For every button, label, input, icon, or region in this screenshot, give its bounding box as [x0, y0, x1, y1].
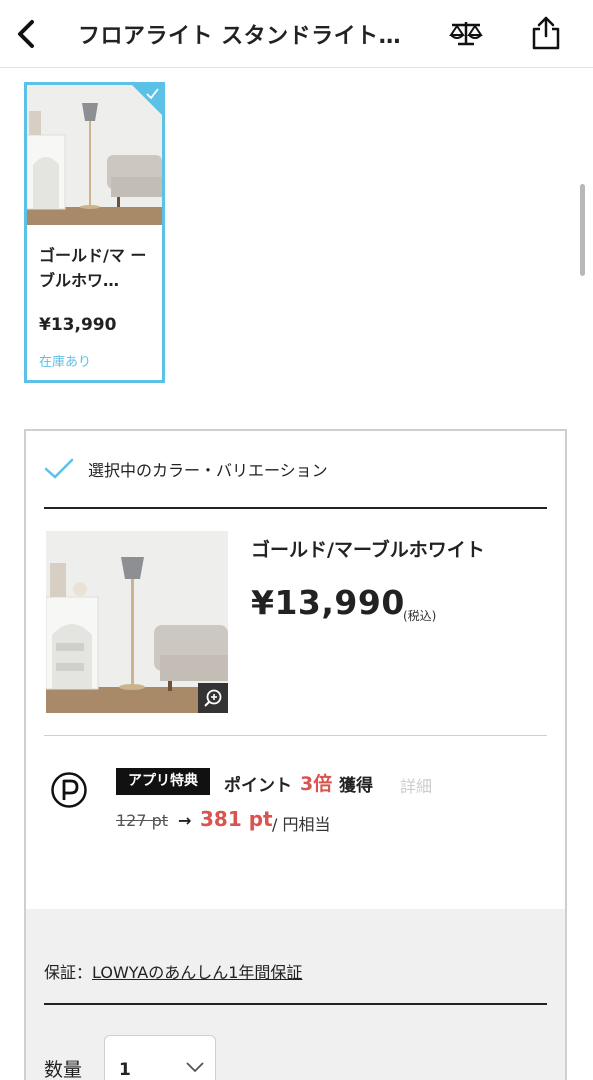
selected-label: 選択中のカラー・バリエーション [88, 461, 328, 480]
back-button[interactable] [8, 14, 44, 54]
points-icon [51, 772, 87, 808]
points-new-value: 381 pt [200, 807, 273, 831]
scale-icon [449, 22, 483, 46]
stock-status: 在庫あり [39, 355, 92, 370]
tax-note: (税込) [403, 609, 437, 623]
selected-variation-panel: 選択中のカラー・バリエーション ゴールド/マーブルホワイト ¥13,990 (税… [24, 429, 567, 1080]
top-bar: フロアライト スタンドライト… [0, 0, 593, 68]
share-button[interactable] [524, 10, 568, 56]
product-name: ゴールド/マーブルホワイト [251, 539, 485, 561]
points-multiplier: 3倍 [300, 773, 333, 795]
quantity-value: 1 [119, 1060, 131, 1080]
divider [44, 1003, 547, 1005]
variation-card[interactable]: ゴールド/マ ーブルホワ… ¥13,990 在庫あり [24, 82, 165, 383]
warranty-link[interactable]: LOWYAのあんしん1年間保証 [92, 963, 302, 982]
scrollbar[interactable] [580, 184, 585, 276]
zoom-button[interactable] [198, 683, 228, 713]
variation-price: ¥13,990 [39, 315, 117, 335]
points-arrow: → [178, 811, 192, 830]
product-image[interactable] [46, 531, 228, 713]
points-detail-link[interactable]: 詳細 [400, 773, 432, 797]
variation-name: ゴールド/マ ーブルホワ… [39, 246, 147, 290]
points-earn-label: 獲得 [339, 776, 373, 796]
check-icon [44, 458, 74, 479]
quantity-select[interactable]: 1 [104, 1035, 216, 1080]
product-price: ¥13,990 [251, 583, 405, 622]
compare-button[interactable] [444, 12, 488, 56]
zoom-in-icon [204, 689, 222, 707]
share-icon [532, 16, 560, 50]
warranty-prefix: 保証： [44, 963, 93, 982]
points-yen-note: / 円相当 [272, 815, 331, 834]
check-icon [146, 88, 159, 100]
warranty-row: 保証：LOWYAのあんしん1年間保証 [44, 959, 302, 983]
points-label: ポイント [224, 776, 292, 796]
chevron-down-icon [186, 1062, 204, 1073]
points-old-value: 127 pt [116, 811, 169, 830]
divider [44, 735, 547, 736]
app-bonus-badge: アプリ特典 [116, 768, 210, 795]
divider [44, 507, 547, 509]
quantity-label: 数量 [44, 1059, 83, 1080]
selected-header: 選択中のカラー・バリエーション [44, 457, 328, 481]
page-title: フロアライト スタンドライト… [78, 24, 402, 49]
chevron-left-icon [18, 20, 34, 48]
